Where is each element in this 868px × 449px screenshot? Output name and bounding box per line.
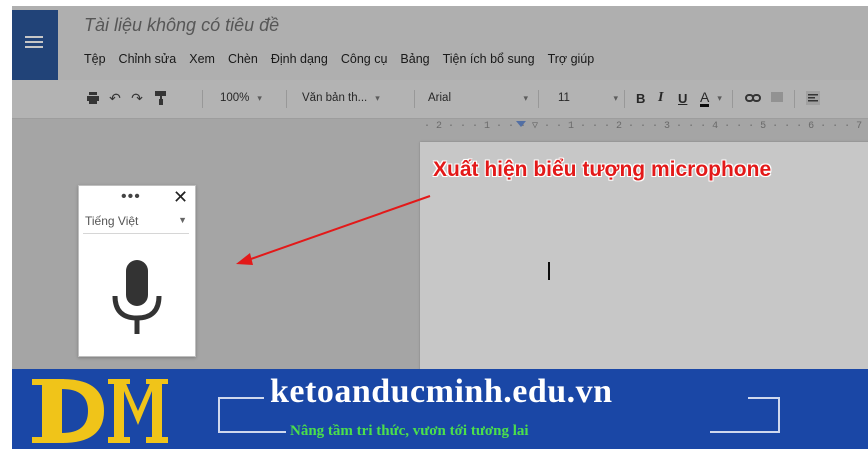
screenshot-frame: Tài liệu không có tiêu đề Tệp Chỉnh sửa … (12, 6, 868, 449)
more-options-icon[interactable]: ••• (121, 188, 141, 206)
site-name[interactable]: ketoanducminh.edu.vn (270, 373, 613, 411)
chevron-down-icon: ▼ (178, 215, 187, 225)
annotation-text: Xuất hiện biểu tượng microphone (433, 158, 772, 181)
voice-typing-panel: ••• ✕ Tiếng Việt ▼ (78, 185, 196, 357)
brand-banner: ketoanducminh.edu.vn Nâng tầm tri thức, … (12, 369, 868, 449)
language-select[interactable]: Tiếng Việt ▼ (83, 211, 189, 234)
close-icon[interactable]: ✕ (173, 187, 188, 208)
microphone-icon (112, 260, 162, 334)
ducminh-logo (32, 379, 168, 443)
site-tagline: Nâng tầm tri thức, vươn tới tương lai (290, 423, 529, 439)
microphone-button[interactable] (107, 260, 167, 336)
